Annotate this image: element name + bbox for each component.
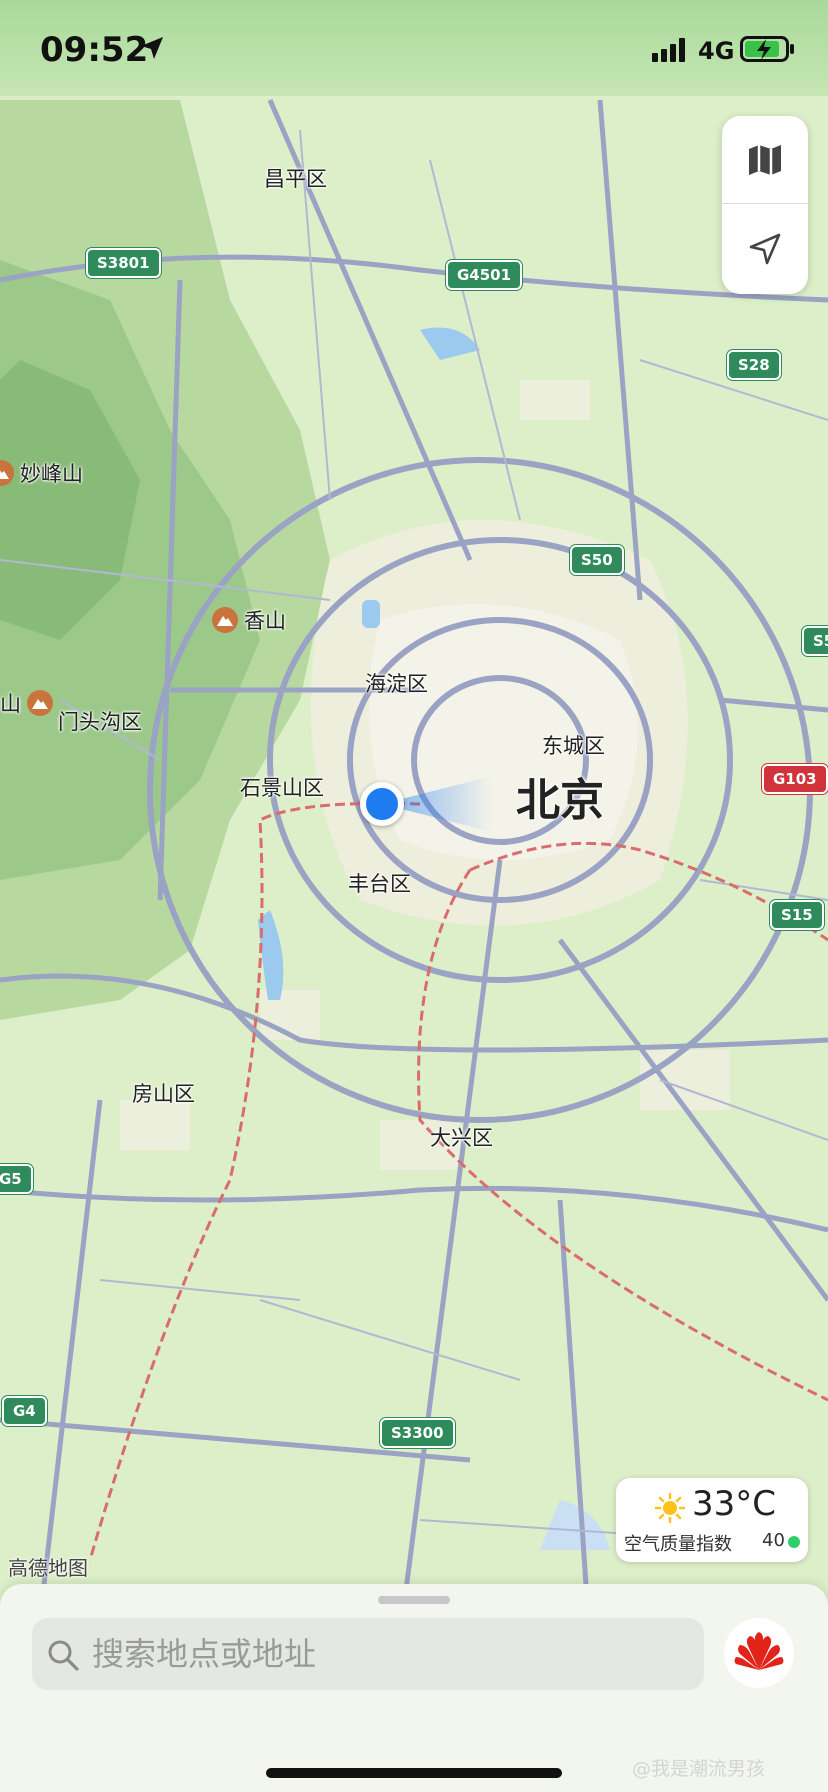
district-label-dongcheng[interactable]: 东城区	[542, 730, 605, 760]
user-location-dot[interactable]	[360, 782, 404, 826]
search-icon	[48, 1640, 79, 1671]
highway-shield-s15[interactable]: S15	[770, 900, 824, 930]
map-controls	[722, 116, 808, 294]
air-quality-value: 40	[762, 1530, 785, 1551]
poi-edge-mountain[interactable]: 山	[0, 688, 53, 718]
highway-shield-g103[interactable]: G103	[762, 764, 828, 794]
poi-label: 妙峰山	[20, 462, 83, 486]
district-label-haidian[interactable]: 海淀区	[365, 668, 428, 698]
highway-shield-s3300[interactable]: S3300	[380, 1418, 455, 1448]
highway-shield-s50[interactable]: S50	[570, 545, 624, 575]
city-label-beijing[interactable]: 北京	[516, 764, 604, 828]
air-quality-label: 空气质量指数	[624, 1534, 732, 1555]
poi-label: 香山	[244, 609, 286, 633]
bottom-sheet: @我是潮流男孩	[0, 1584, 828, 1792]
highway-shield-s28[interactable]: S28	[727, 350, 781, 380]
sheet-grabber[interactable]	[378, 1596, 450, 1604]
cellular-signal-icon	[652, 38, 685, 62]
air-quality-status-dot	[788, 1536, 800, 1548]
district-label-daxing[interactable]: 大兴区	[430, 1122, 493, 1152]
status-time: 09:52	[40, 30, 149, 70]
locate-me-button[interactable]	[722, 205, 808, 293]
poi-xiangshan[interactable]: 香山	[212, 605, 286, 635]
district-label-shijingshan[interactable]: 石景山区	[240, 772, 324, 802]
district-label-fangshan[interactable]: 房山区	[132, 1078, 195, 1108]
navigation-arrow-icon	[749, 233, 781, 265]
temperature: 33°C	[692, 1484, 777, 1524]
map-icon	[749, 144, 781, 175]
battery-charging-icon	[740, 36, 794, 62]
location-services-icon	[141, 37, 163, 59]
home-indicator[interactable]	[266, 1768, 562, 1778]
weather-widget[interactable]: 33°C 空气质量指数 40	[616, 1478, 808, 1562]
avatar[interactable]	[724, 1618, 794, 1688]
poi-label: 山	[0, 692, 21, 716]
poi-miaofengshan[interactable]: 妙峰山	[0, 458, 83, 488]
map-provider-watermark: 高德地图	[8, 1556, 88, 1580]
highway-shield-g4501[interactable]: G4501	[446, 260, 523, 290]
search-input[interactable]	[92, 1618, 692, 1690]
huawei-logo-icon	[734, 1632, 784, 1670]
district-label-mentougou[interactable]: 门头沟区	[58, 706, 142, 736]
district-label-fengtai[interactable]: 丰台区	[348, 868, 411, 898]
status-bar: 09:52 4G	[0, 0, 828, 96]
highway-shield-g5[interactable]: G5	[0, 1164, 33, 1194]
highway-shield-s5[interactable]: S5	[802, 626, 828, 656]
mountain-icon	[0, 460, 14, 486]
district-label-changping[interactable]: 昌平区	[264, 163, 327, 193]
corner-watermark: @我是潮流男孩	[632, 1758, 766, 1780]
highway-shield-g4[interactable]: G4	[2, 1396, 47, 1426]
map-layers-button[interactable]	[722, 116, 808, 204]
sun-icon	[654, 1492, 686, 1524]
network-type: 4G	[698, 37, 735, 65]
mountain-icon	[212, 607, 238, 633]
highway-shield-s3801[interactable]: S3801	[86, 248, 161, 278]
search-bar[interactable]	[32, 1618, 704, 1690]
mountain-icon	[27, 690, 53, 716]
